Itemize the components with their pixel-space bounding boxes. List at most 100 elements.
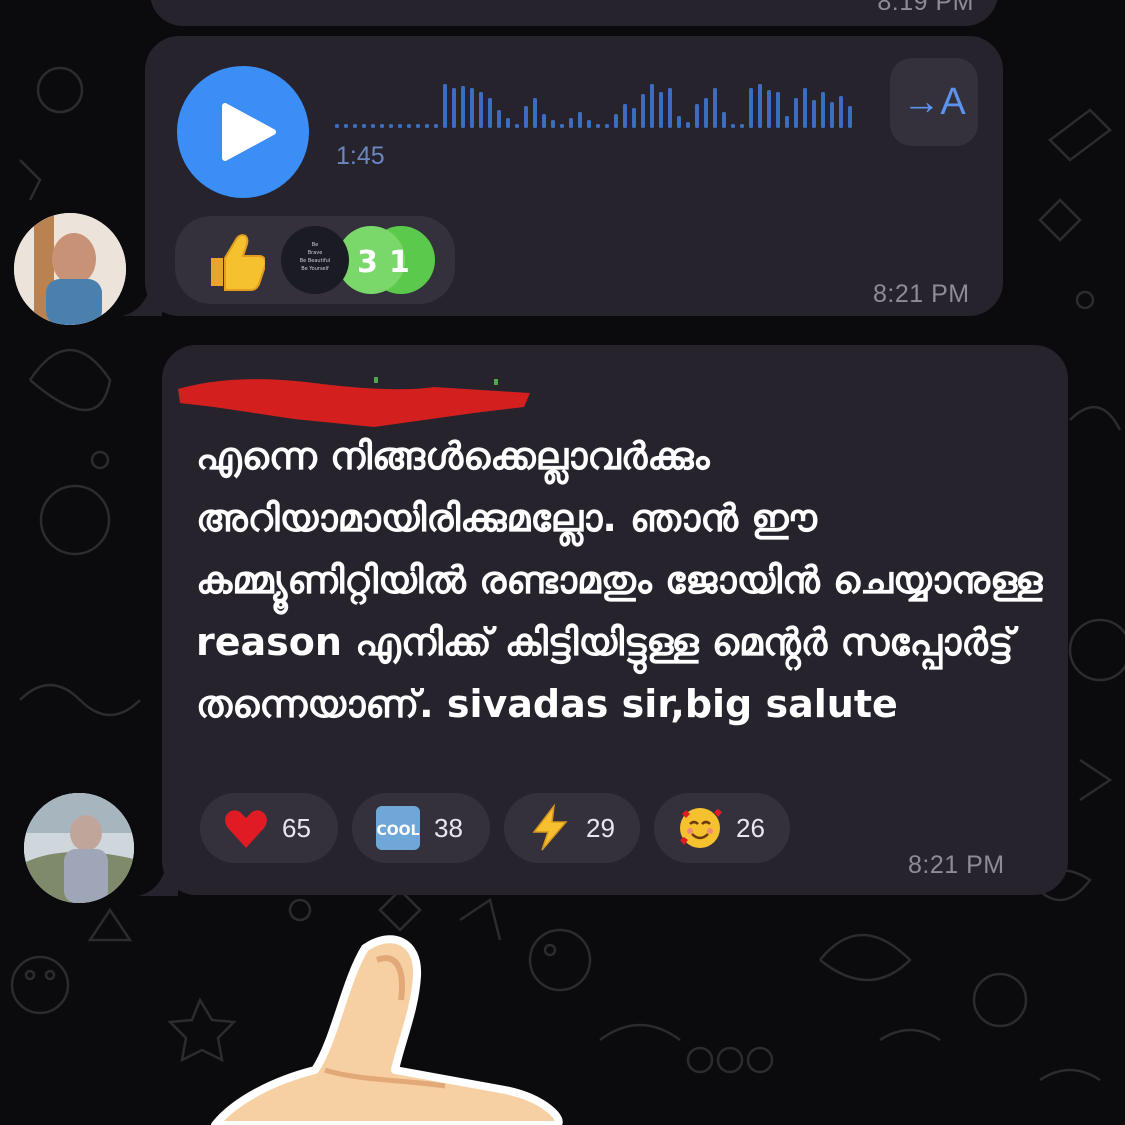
- reaction-lightning[interactable]: 29: [504, 793, 640, 863]
- message-time: 8:19 PM: [877, 0, 974, 16]
- reaction-count: 38: [434, 813, 463, 843]
- waveform-bar: [578, 112, 582, 128]
- voice-waveform[interactable]: [335, 78, 855, 136]
- waveform-bar: [533, 98, 537, 128]
- waveform-bar: [722, 112, 726, 128]
- waveform-bar: [605, 124, 609, 128]
- waveform-bar: [830, 102, 834, 128]
- waveform-bar: [461, 86, 465, 128]
- avatar-photo-blurred: [14, 213, 126, 325]
- waveform-bar: [551, 120, 555, 128]
- waveform-bar: [767, 90, 771, 128]
- waveform-bar: [506, 118, 510, 128]
- waveform-bar: [470, 88, 474, 128]
- waveform-bar: [335, 124, 339, 128]
- cool-icon: COOL: [376, 806, 420, 850]
- waveform-bar: [812, 100, 816, 128]
- waveform-bar: [434, 124, 438, 128]
- waveform-bar: [497, 110, 501, 128]
- waveform-bar: [524, 106, 528, 128]
- waveform-bar: [488, 98, 492, 128]
- waveform-bar: [443, 84, 447, 128]
- message-time: 8:21 PM: [908, 851, 1005, 879]
- sender-avatar[interactable]: [14, 213, 126, 325]
- message-time: 8:21 PM: [873, 280, 970, 308]
- transcribe-button[interactable]: →A: [890, 58, 978, 146]
- waveform-bar: [731, 124, 735, 128]
- waveform-bar: [407, 124, 411, 128]
- waveform-bar: [650, 84, 654, 128]
- waveform-bar: [380, 124, 384, 128]
- reactor-count-2: 1: [389, 245, 410, 280]
- waveform-bar: [623, 104, 627, 128]
- waveform-bar: [695, 104, 699, 128]
- svg-text:Brave: Brave: [308, 250, 323, 256]
- redacted-sender-name: [178, 377, 530, 427]
- waveform-bar: [758, 84, 762, 128]
- thumbs-up-icon: [211, 234, 265, 291]
- avatar-photo-blurred: [24, 793, 134, 903]
- message-text: എന്നെ നിങ്ങൾക്കെല്ലാവർക്കും അറിയാമായിരിക…: [196, 434, 1056, 726]
- waveform-bar: [668, 88, 672, 128]
- svg-text:Be Beautiful: Be Beautiful: [300, 258, 331, 264]
- waveform-bar: [740, 124, 744, 128]
- message-bubble-previous[interactable]: 8:19 PM: [150, 0, 998, 26]
- waveform-bar: [686, 122, 690, 128]
- waveform-bar: [704, 98, 708, 128]
- waveform-bar: [713, 88, 717, 128]
- waveform-bar: [398, 124, 402, 128]
- sender-avatar[interactable]: [24, 793, 134, 903]
- reaction-count: 65: [282, 813, 311, 843]
- waveform-bar: [515, 124, 519, 128]
- waveform-bar: [560, 124, 564, 128]
- waveform-bar: [569, 118, 573, 128]
- waveform-bar: [425, 124, 429, 128]
- waveform-bar: [785, 116, 789, 128]
- waveform-bar: [776, 92, 780, 128]
- waveform-bar: [803, 88, 807, 128]
- waveform-bar: [614, 114, 618, 128]
- waveform-bar: [371, 124, 375, 128]
- voice-message-bubble[interactable]: 1:45 →A Be Brave Be Beautiful Be Yoursel…: [145, 36, 1003, 316]
- waveform-bar: [416, 124, 420, 128]
- svg-text:COOL: COOL: [377, 823, 420, 839]
- play-button[interactable]: [177, 66, 309, 198]
- waveform-bar: [452, 88, 456, 128]
- heart-icon: [225, 810, 267, 848]
- waveform-bar: [389, 124, 393, 128]
- reactor-avatars: Be Brave Be Beautiful Be Yourself 3 1: [281, 226, 435, 294]
- waveform-bar: [677, 116, 681, 128]
- waveform-bar: [362, 124, 366, 128]
- waveform-bar: [794, 98, 798, 128]
- waveform-bar: [821, 92, 825, 128]
- waveform-bar: [848, 106, 852, 128]
- waveform-bar: [632, 108, 636, 128]
- waveform-bar: [587, 120, 591, 128]
- reactor-count-1: 3: [357, 245, 378, 280]
- play-icon: [222, 103, 276, 161]
- waveform-bar: [659, 92, 663, 128]
- voice-duration: 1:45: [336, 142, 385, 170]
- waveform-bar: [839, 96, 843, 128]
- waveform-bar: [641, 94, 645, 128]
- bubble-tail: [138, 856, 178, 896]
- svg-text:Be: Be: [312, 242, 319, 248]
- waveform-bar: [596, 124, 600, 128]
- waveform-bar: [479, 92, 483, 128]
- text-message-bubble[interactable]: എന്നെ നിങ്ങൾക്കെല്ലാവർക്കും അറിയാമായിരിക…: [162, 345, 1068, 895]
- reaction-heart[interactable]: 65: [200, 793, 338, 863]
- waveform-bar: [353, 124, 357, 128]
- bubble-tail: [122, 276, 162, 316]
- reaction-thumbs-up[interactable]: Be Brave Be Beautiful Be Yourself 3 1: [175, 216, 455, 304]
- reaction-count: 29: [586, 813, 615, 843]
- waveform-bar: [344, 124, 348, 128]
- svg-text:Be Yourself: Be Yourself: [301, 266, 329, 272]
- thumbs-up-sticker[interactable]: [205, 930, 565, 1125]
- reaction-cool[interactable]: COOL 38: [352, 793, 490, 863]
- reaction-count: 26: [736, 813, 765, 843]
- reaction-pill-partial: [330, 0, 570, 6]
- waveform-bar: [749, 88, 753, 128]
- smiling-hearts-icon: [680, 808, 722, 848]
- reaction-smiling-hearts[interactable]: 26: [654, 793, 790, 863]
- lightning-icon: [532, 804, 568, 851]
